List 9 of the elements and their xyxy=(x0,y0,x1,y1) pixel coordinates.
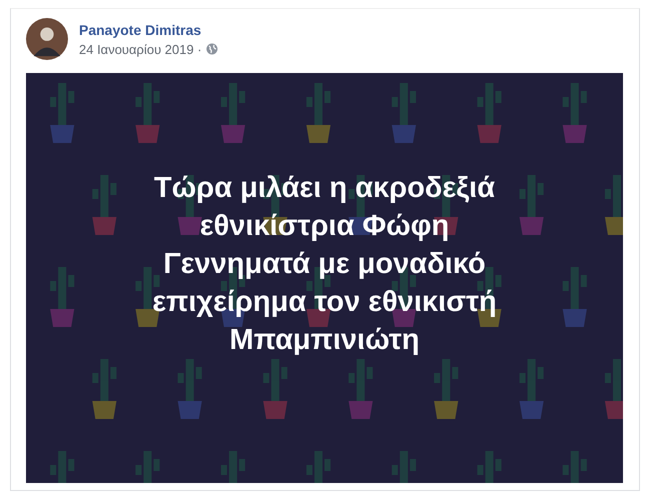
post-text-line: επιχείρημα τον εθνικιστή xyxy=(152,285,497,320)
post-date[interactable]: 24 Ιανουαρίου 2019 · xyxy=(79,42,202,56)
post-text-line: εθνικίστρια Φώφη xyxy=(198,209,450,244)
author-name-link[interactable]: Panayote Dimitras xyxy=(79,22,218,38)
globe-icon xyxy=(206,43,218,55)
avatar-silhouette[interactable] xyxy=(26,18,68,60)
post-text-line: Μπαμπινιώτη xyxy=(228,323,420,358)
post-text-line: Γεννηματά με μοναδικό xyxy=(162,247,487,282)
post-text-line: Τώρα μιλάει η ακροδεξιά xyxy=(153,171,496,206)
